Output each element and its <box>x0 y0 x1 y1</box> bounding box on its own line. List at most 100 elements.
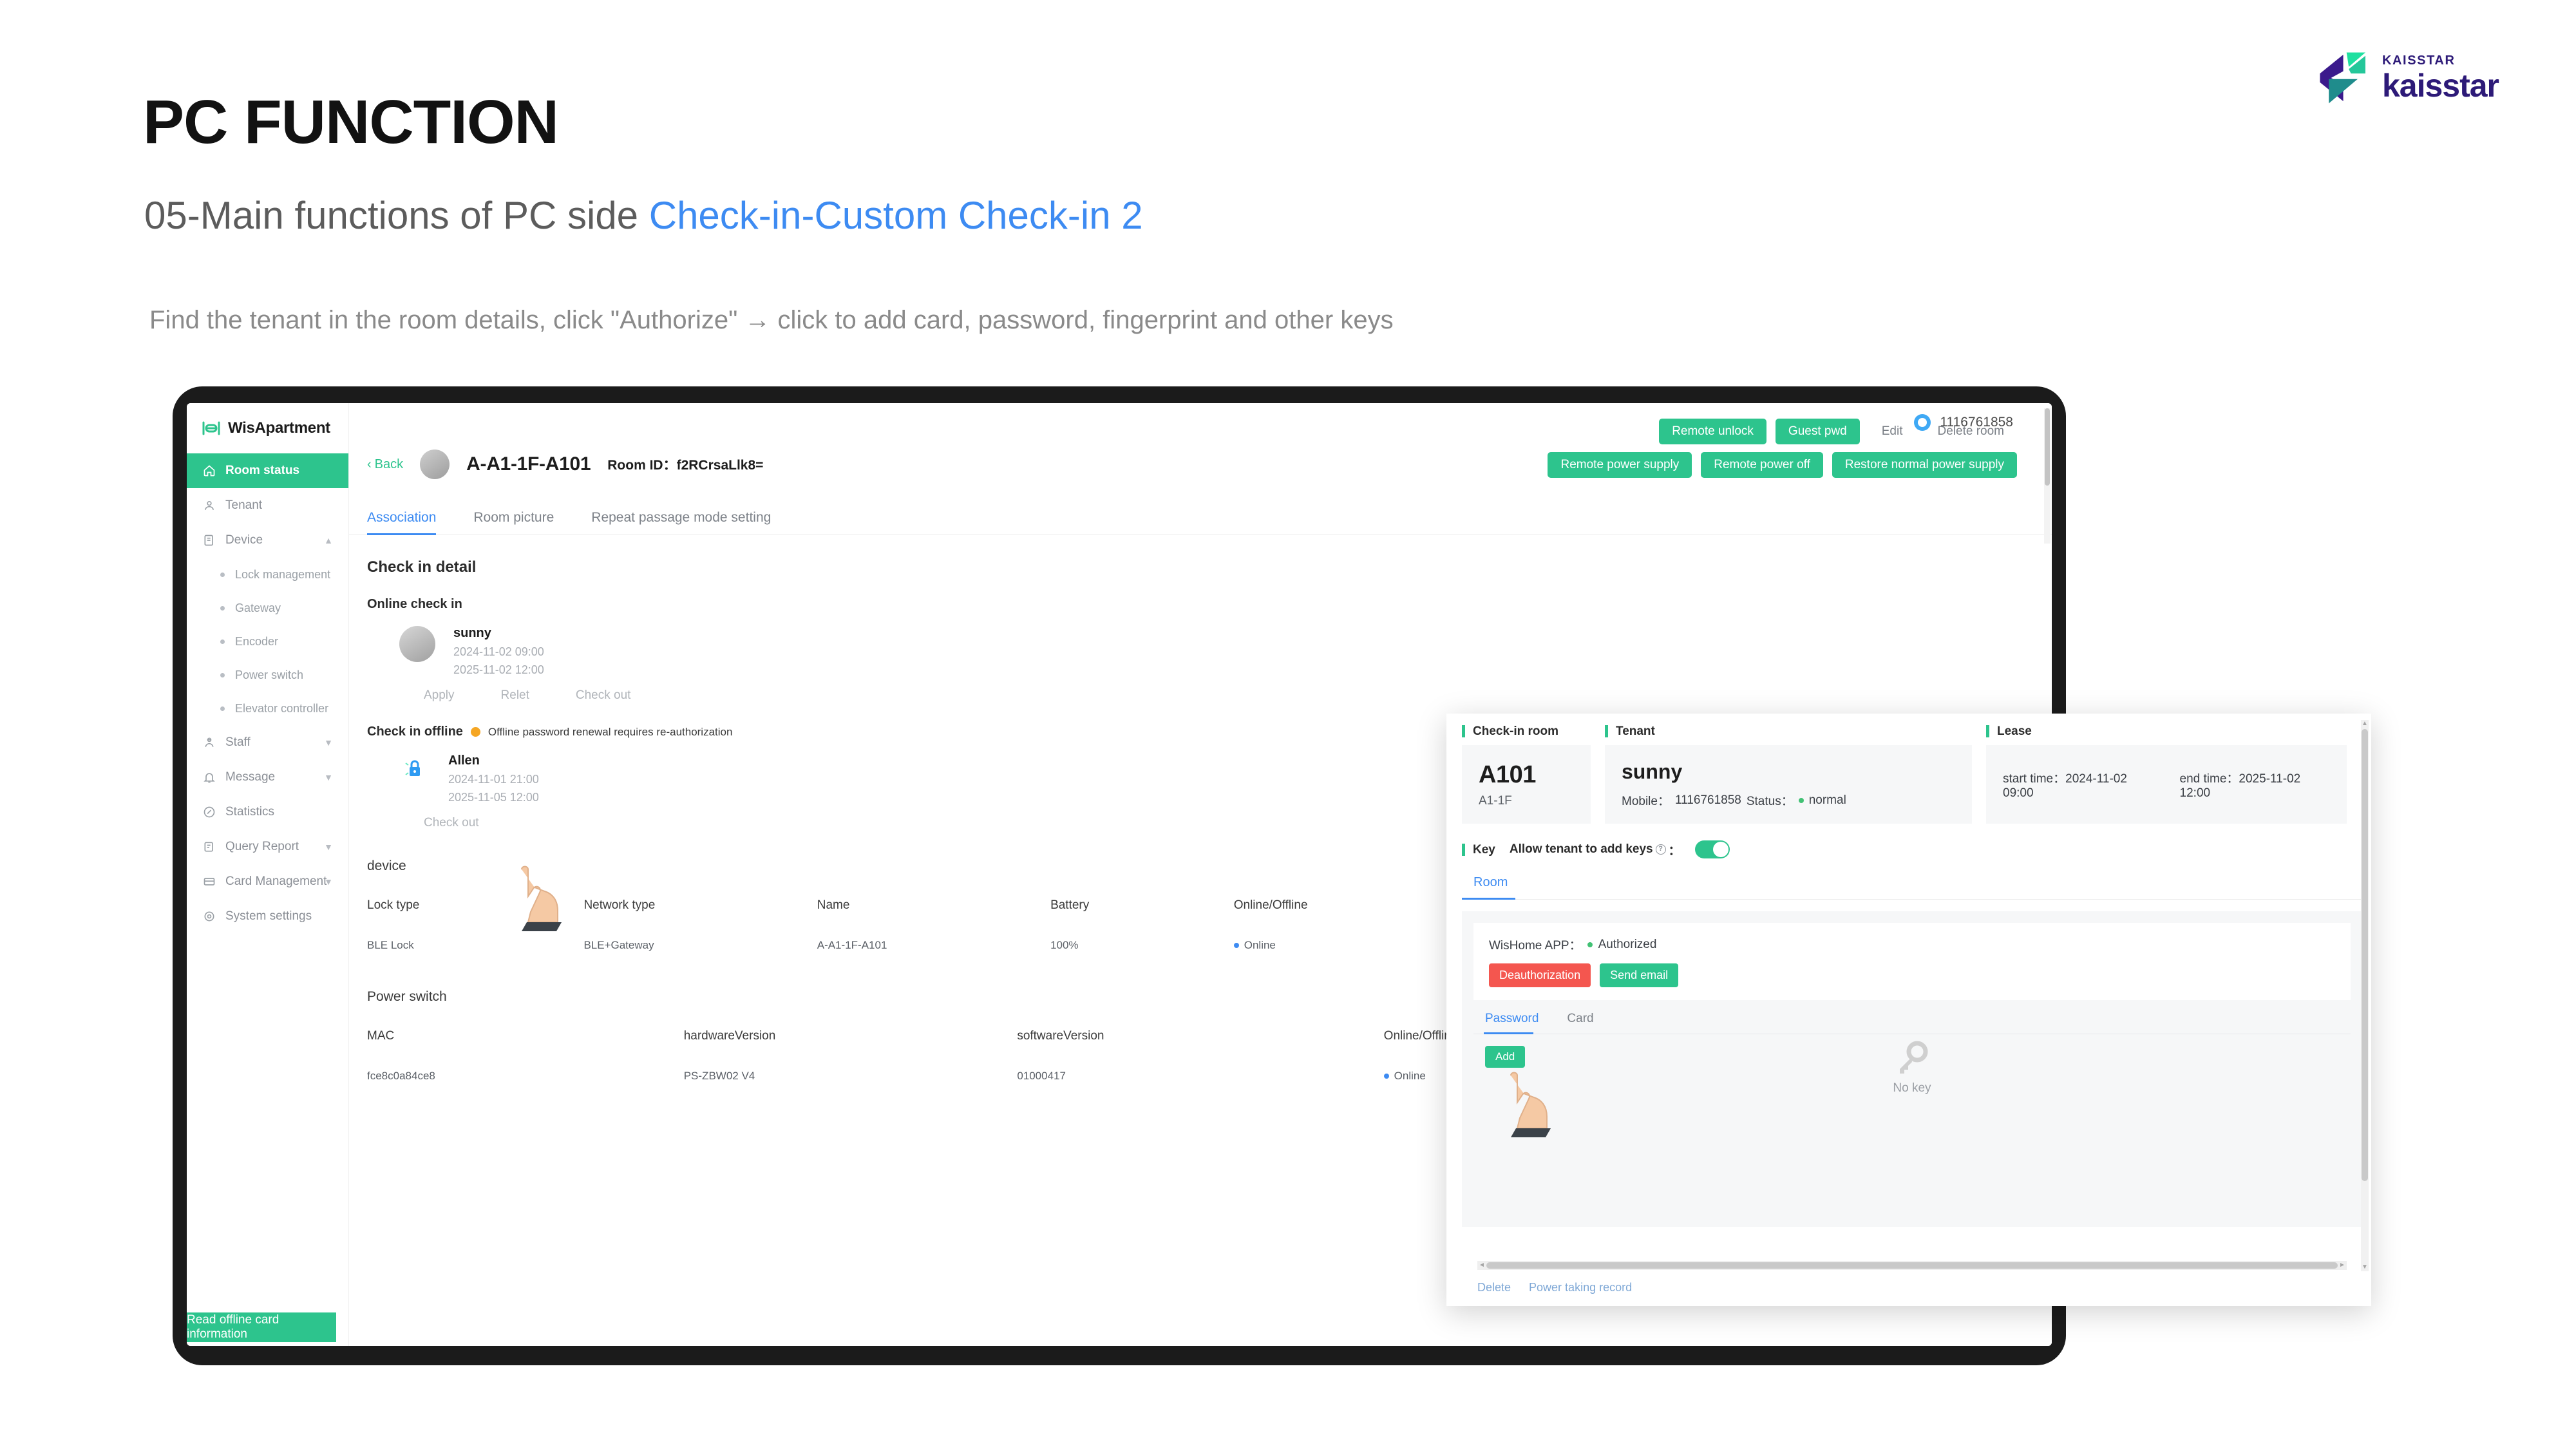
delete-room-button[interactable]: Delete room <box>1925 419 2018 444</box>
subtitle-lead: 05-Main functions of PC side <box>144 194 649 237</box>
bullet-icon <box>220 672 225 677</box>
online-tenant-row: sunny 2024-11-02 09:00 2025-11-02 12:00 <box>349 612 2052 677</box>
column-header: Name <box>817 898 850 912</box>
chevron-down-icon: ▼ <box>324 737 333 748</box>
relet-link[interactable]: Relet <box>501 688 529 703</box>
scroll-down-arrow-icon[interactable]: ▼ <box>2361 1264 2369 1271</box>
chevron-up-icon: ▲ <box>324 535 333 545</box>
sidebar-item-query-report[interactable]: Query Report ▼ <box>187 829 348 864</box>
cell-hardware-version: PS-ZBW02 V4 <box>683 1069 755 1082</box>
sidebar-item-device[interactable]: Device ▲ <box>187 523 348 558</box>
dialog-body: Check-in room A101 A1-1F Tenant sunny Mo… <box>1462 725 2362 1297</box>
sidebar-item-message[interactable]: Message ▼ <box>187 760 348 795</box>
read-offline-card-button[interactable]: Read offline card information <box>187 1312 336 1342</box>
sidebar-item-staff[interactable]: Staff ▼ <box>187 725 348 760</box>
sidebar-item-room-status[interactable]: Room status <box>187 453 348 488</box>
delete-link[interactable]: Delete <box>1477 1281 1511 1294</box>
status-dot-icon <box>1587 942 1593 947</box>
tab-card[interactable]: Card <box>1567 1012 1593 1034</box>
sidebar-item-tenant[interactable]: Tenant <box>187 488 348 523</box>
back-button[interactable]: ‹ Back <box>367 457 403 472</box>
bullet-icon <box>220 605 225 611</box>
remote-unlock-button[interactable]: Remote unlock <box>1659 419 1766 444</box>
page-title: PC FUNCTION <box>143 88 559 156</box>
sidebar-item-system-settings[interactable]: System settings <box>187 899 348 934</box>
room-id: Room ID：f2RCrsaLlk8= <box>607 455 763 474</box>
bell-icon <box>202 770 216 784</box>
power-taking-record-link[interactable]: Power taking record <box>1529 1281 1632 1294</box>
tab-password[interactable]: Password <box>1483 1012 1539 1034</box>
lease-start-label: start time： <box>2003 772 2066 786</box>
sidebar-item-power-switch[interactable]: Power switch <box>187 658 348 692</box>
kaisstar-logo-icon <box>2320 52 2365 104</box>
check-out-link[interactable]: Check out <box>576 688 631 703</box>
allow-label-text: Allow tenant to add keys <box>1509 842 1653 856</box>
chart-icon <box>202 805 216 819</box>
room-number: A101 <box>1479 761 1536 788</box>
scroll-right-arrow-icon[interactable]: ► <box>2338 1261 2347 1270</box>
scrollbar-thumb[interactable] <box>1486 1262 2338 1269</box>
tab-room[interactable]: Room <box>1462 875 1520 900</box>
tab-association[interactable]: Association <box>367 510 437 535</box>
offline-check-in-title: Check in offline <box>367 724 463 739</box>
chevron-down-icon: ▼ <box>324 772 333 782</box>
cell-network-type: BLE+Gateway <box>583 938 654 951</box>
scroll-up-arrow-icon[interactable]: ▲ <box>2361 720 2369 728</box>
column-header: Lock type <box>367 898 420 912</box>
scrollbar-thumb[interactable] <box>2362 729 2368 1181</box>
sidebar-label: Elevator controller <box>235 701 329 715</box>
cell-name: A-A1-1F-A101 <box>817 938 887 951</box>
online-tenant-actions: Apply Relet Check out <box>349 677 2052 703</box>
send-email-button[interactable]: Send email <box>1600 963 1679 987</box>
header-actions-row-1: Remote unlock Guest pwd Edit Delete room <box>1659 419 2017 444</box>
slide-description: Find the tenant in the room details, cli… <box>149 306 1394 334</box>
tab-repeat-passage-mode[interactable]: Repeat passage mode setting <box>591 510 771 535</box>
card-icon <box>202 875 216 889</box>
sidebar-item-card-management[interactable]: Card Management ▼ <box>187 864 348 899</box>
slide-root: PC FUNCTION 05-Main functions of PC side… <box>0 0 2576 1449</box>
chevron-left-icon: ‹ <box>367 457 372 471</box>
scroll-left-arrow-icon[interactable]: ◄ <box>1477 1261 1486 1270</box>
dialog-tabs: Room <box>1462 875 2362 900</box>
online-check-in-title: Online check in <box>367 597 462 611</box>
status-dot-icon <box>1233 943 1239 948</box>
sidebar-item-elevator-controller[interactable]: Elevator controller <box>187 692 348 725</box>
offline-tenant-name: Allen <box>448 753 480 768</box>
wishome-app-status: WisHome APP： Authorized <box>1489 936 2335 953</box>
scrollbar-thumb[interactable] <box>2045 408 2050 486</box>
sidebar-item-encoder[interactable]: Encoder <box>187 625 348 658</box>
dialog-scrollbar-horizontal[interactable]: ◄ ► <box>1477 1261 2347 1270</box>
deauthorization-button[interactable]: Deauthorization <box>1489 963 1591 987</box>
empty-state-text: No key <box>1893 1081 1931 1095</box>
restore-normal-power-supply-button[interactable]: Restore normal power supply <box>1832 452 2017 478</box>
apply-link[interactable]: Apply <box>424 688 455 703</box>
tab-room-picture[interactable]: Room picture <box>473 510 554 535</box>
bullet-icon <box>220 572 225 577</box>
sidebar-label: Query Report <box>225 840 299 853</box>
edit-button[interactable]: Edit <box>1869 419 1916 444</box>
chevron-down-icon: ▼ <box>324 842 333 852</box>
cell-mac: fce8c0a84ce8 <box>367 1069 435 1082</box>
remote-power-off-button[interactable]: Remote power off <box>1701 452 1823 478</box>
logo-small-text: KAISSTAR <box>2382 53 2456 68</box>
sidebar-item-statistics[interactable]: Statistics <box>187 795 348 829</box>
authorization-actions: Deauthorization Send email <box>1489 963 2335 987</box>
allow-tenant-add-keys-label: Allow tenant to add keys ? ： <box>1510 841 1681 858</box>
slide-subtitle: 05-Main functions of PC side Check-in-Cu… <box>144 193 1143 238</box>
tenant-meta: Mobile： 1116761858 Status： normal <box>1622 791 1955 809</box>
help-icon[interactable]: ? <box>1655 844 1666 855</box>
room-floor: A1-1F <box>1479 793 1512 808</box>
sidebar-label: Staff <box>225 735 251 749</box>
tenant-label: Tenant <box>1605 725 1972 737</box>
app-scrollbar-vertical[interactable] <box>2044 408 2050 544</box>
dialog-scrollbar-vertical[interactable]: ▲ ▼ <box>2361 720 2369 1271</box>
offline-check-out-link[interactable]: Check out <box>424 816 479 830</box>
tenant-avatar <box>399 626 435 662</box>
status-value: normal <box>1808 793 1846 807</box>
sidebar-item-gateway[interactable]: Gateway <box>187 591 348 625</box>
guest-pwd-button[interactable]: Guest pwd <box>1775 419 1860 444</box>
sidebar-item-lock-management[interactable]: Lock management <box>187 558 348 591</box>
allow-tenant-add-keys-toggle[interactable] <box>1694 840 1730 858</box>
remote-power-supply-button[interactable]: Remote power supply <box>1548 452 1692 478</box>
cell-battery: 100% <box>1050 938 1079 951</box>
